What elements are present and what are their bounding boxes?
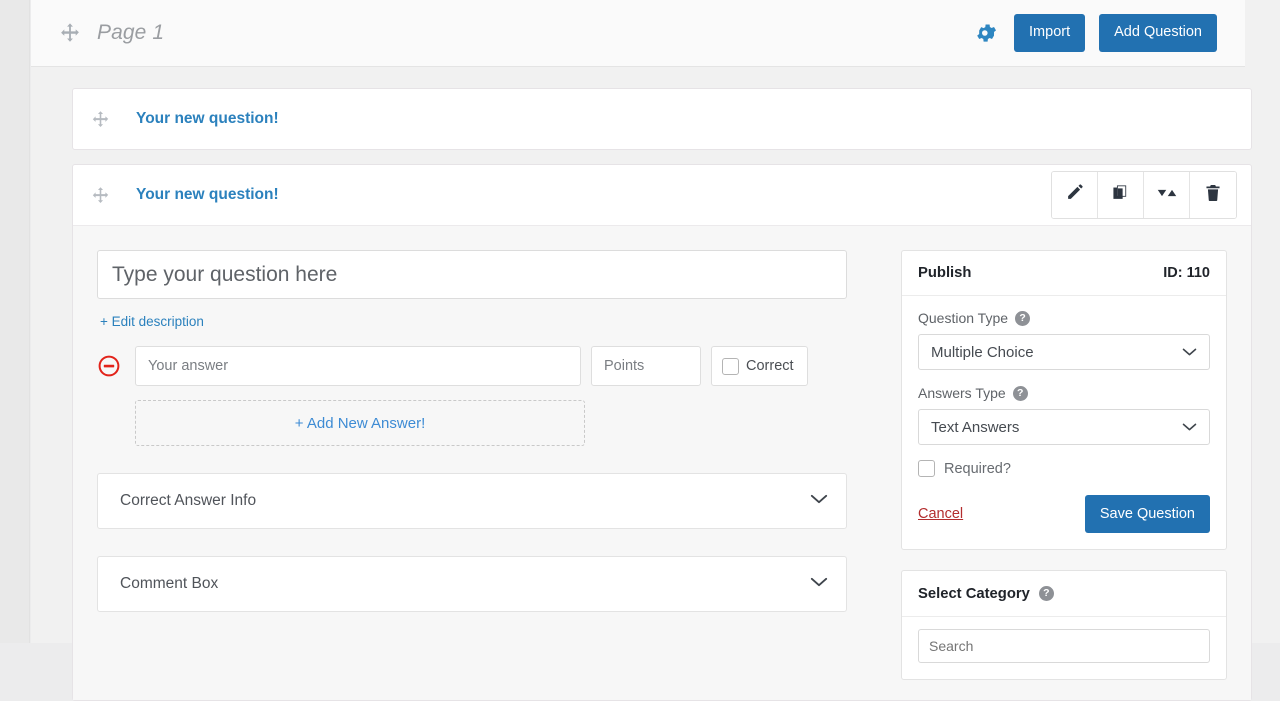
required-toggle[interactable]: Required? xyxy=(918,460,1210,477)
answer-text-input[interactable] xyxy=(135,346,581,386)
edit-description-link[interactable]: + Edit description xyxy=(100,314,204,329)
remove-answer-icon[interactable] xyxy=(97,354,121,378)
question-id-label: ID: 110 xyxy=(1163,265,1210,281)
select-category-title: Select Category xyxy=(918,585,1030,602)
accordion-label: Comment Box xyxy=(120,575,219,592)
answers-type-label-row: Answers Type ? xyxy=(918,385,1210,401)
chevron-down-icon xyxy=(1182,419,1197,436)
question-type-value: Multiple Choice xyxy=(931,343,1034,361)
question-card-expanded: Your new question! Type your question he… xyxy=(72,164,1252,701)
gear-icon[interactable] xyxy=(974,20,1000,46)
edit-question-button[interactable] xyxy=(1052,172,1098,218)
page-header-left: Page 1 xyxy=(59,21,164,45)
chevron-down-icon xyxy=(1182,344,1197,361)
page-title: Page 1 xyxy=(97,21,165,44)
questions-list: Your new question! Your new question! Ty… xyxy=(31,67,1280,701)
question-type-label-row: Question Type ? xyxy=(918,310,1210,326)
page-container: Page 1 Import Add Question Your new ques xyxy=(31,0,1280,701)
answers-type-label: Answers Type xyxy=(918,385,1006,401)
required-checkbox[interactable] xyxy=(918,460,935,477)
admin-sidebar-rail xyxy=(0,0,30,643)
accordion-correct-answer-info[interactable]: Correct Answer Info xyxy=(97,473,847,529)
accordion-label: Correct Answer Info xyxy=(120,492,257,509)
question-type-label: Question Type xyxy=(918,310,1009,326)
save-question-button[interactable]: Save Question xyxy=(1084,495,1210,533)
answer-correct-toggle[interactable]: Correct xyxy=(711,346,808,386)
cancel-link[interactable]: Cancel xyxy=(918,506,963,522)
category-search-input[interactable] xyxy=(918,629,1210,663)
duplicate-question-button[interactable] xyxy=(1098,172,1144,218)
answer-points-input[interactable] xyxy=(591,346,701,386)
question-move-handle-icon[interactable] xyxy=(91,186,110,205)
publish-panel-actions: Cancel Save Question xyxy=(918,495,1210,533)
question-card: Your new question! xyxy=(72,88,1252,150)
import-button[interactable]: Import xyxy=(1014,14,1086,52)
question-action-toolbar xyxy=(1051,171,1237,219)
question-title: Your new question! xyxy=(136,186,279,203)
pencil-icon xyxy=(1066,184,1083,206)
help-icon[interactable]: ? xyxy=(1038,586,1054,601)
question-text-input[interactable] xyxy=(97,250,847,299)
answers-type-select[interactable]: Text Answers xyxy=(918,409,1210,445)
sort-question-button[interactable] xyxy=(1144,172,1190,218)
question-editor-main: + Edit description xyxy=(97,250,877,700)
accordion-comment-box[interactable]: Comment Box xyxy=(97,556,847,612)
publish-panel-header: Publish ID: 110 xyxy=(902,251,1226,296)
publish-panel-body: Question Type ? Multiple Choice Answers … xyxy=(902,296,1226,549)
question-title: Your new question! xyxy=(136,110,279,127)
select-category-body xyxy=(902,617,1226,679)
add-new-answer-button[interactable]: + Add New Answer! xyxy=(135,400,585,446)
question-editor-sidebar: Publish ID: 110 Question Type ? Multiple… xyxy=(901,250,1227,700)
delete-question-button[interactable] xyxy=(1190,172,1236,218)
add-question-button[interactable]: Add Question xyxy=(1099,14,1217,52)
question-header[interactable]: Your new question! xyxy=(73,165,1251,225)
correct-checkbox[interactable] xyxy=(722,357,739,375)
page-move-handle-icon[interactable] xyxy=(59,22,81,44)
page-header-bar: Page 1 Import Add Question xyxy=(31,0,1245,67)
copy-icon xyxy=(1112,184,1129,206)
trash-icon xyxy=(1205,184,1221,207)
select-category-header: Select Category ? xyxy=(902,571,1226,617)
chevron-down-icon xyxy=(810,492,828,510)
correct-label: Correct xyxy=(746,358,794,374)
answers-type-value: Text Answers xyxy=(931,418,1020,436)
sort-icon xyxy=(1157,186,1177,205)
publish-panel: Publish ID: 110 Question Type ? Multiple… xyxy=(901,250,1227,550)
question-type-select[interactable]: Multiple Choice xyxy=(918,334,1210,370)
help-icon[interactable]: ? xyxy=(1015,310,1031,326)
question-move-handle-icon[interactable] xyxy=(91,110,110,129)
help-icon[interactable]: ? xyxy=(1012,385,1028,401)
page-header-actions: Import Add Question xyxy=(974,14,1217,52)
question-editor-body: + Edit description xyxy=(73,225,1251,700)
publish-panel-title: Publish xyxy=(918,265,972,281)
select-category-panel: Select Category ? xyxy=(901,570,1227,680)
chevron-down-icon xyxy=(810,575,828,593)
answer-row: Correct xyxy=(97,346,877,386)
required-label: Required? xyxy=(944,460,1011,477)
question-header[interactable]: Your new question! xyxy=(73,89,1251,149)
